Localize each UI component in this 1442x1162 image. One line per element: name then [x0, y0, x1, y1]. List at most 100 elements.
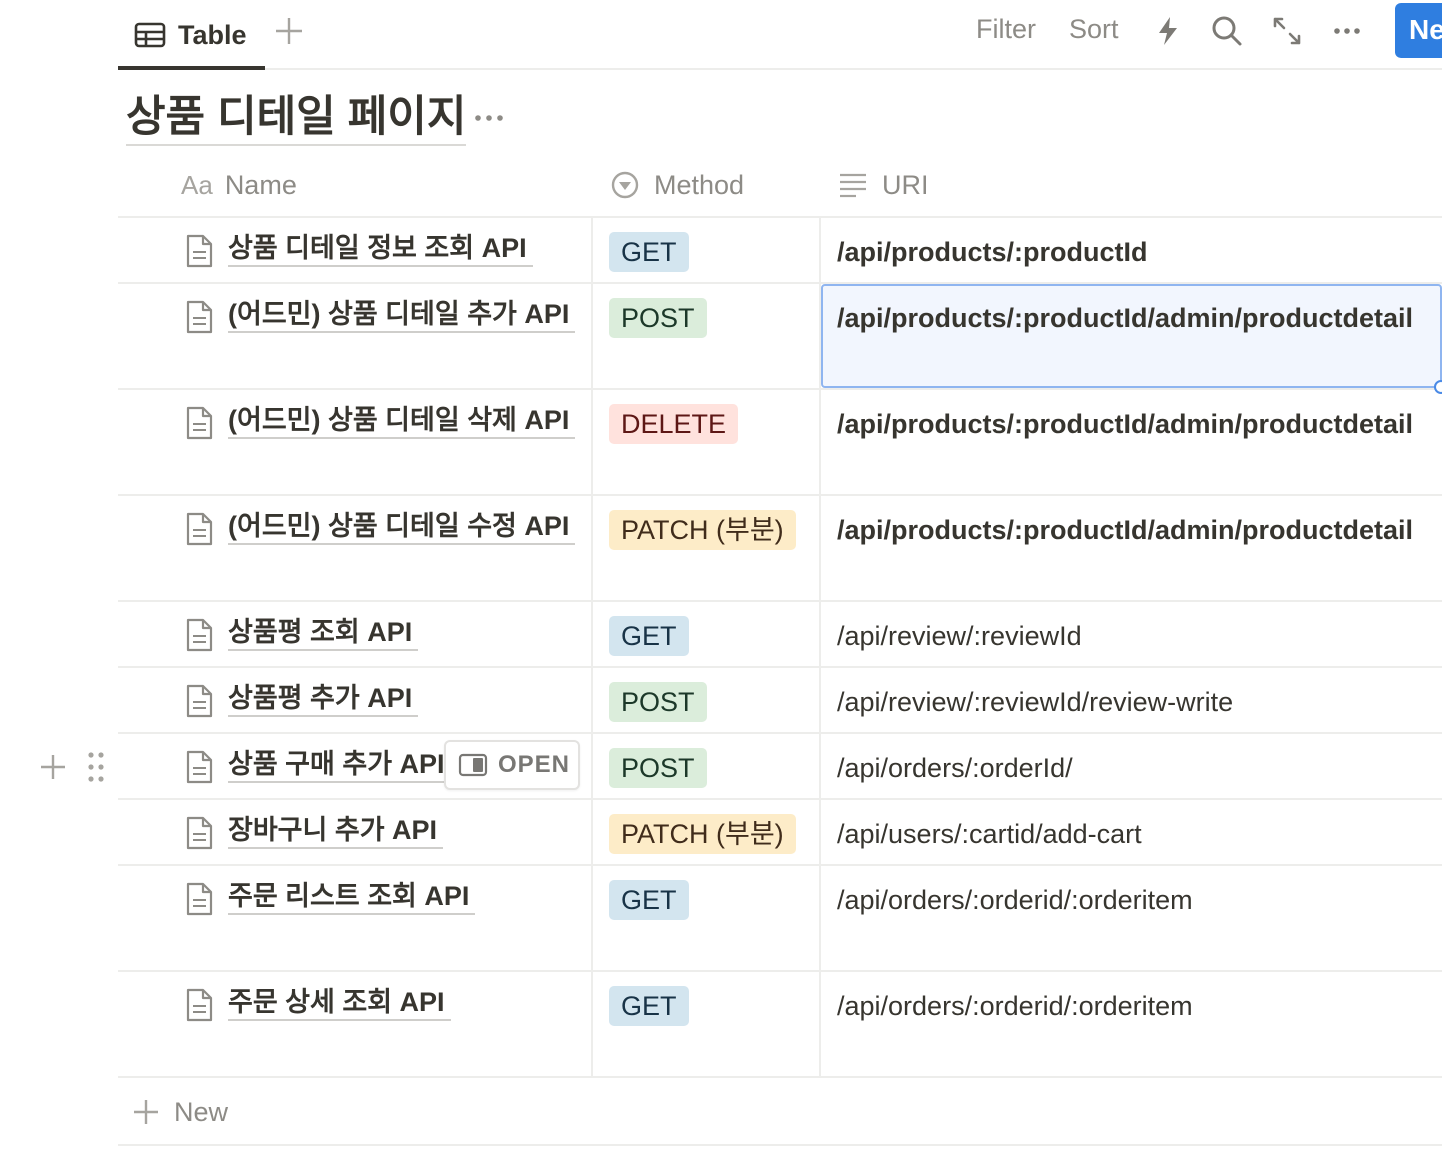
uri-text: /api/products/:productId/admin/productde…	[837, 303, 1414, 333]
uri-text: /api/orders/:orderid/:orderitem	[837, 885, 1193, 915]
table-row[interactable]: 상품 구매 추가 API OPEN POST /api/orders/:orde…	[118, 734, 1442, 800]
cell-method[interactable]: GET	[593, 602, 821, 666]
cell-name[interactable]: 주문 상세 조회 API	[118, 972, 593, 1076]
cell-uri[interactable]: /api/products/:productId	[821, 218, 1442, 282]
column-header-name-label: Name	[224, 169, 297, 200]
table-row[interactable]: 주문 리스트 조회 API GET /api/orders/:orderid/:…	[118, 866, 1442, 972]
table-icon	[134, 22, 166, 48]
table-row[interactable]: 주문 상세 조회 API GET /api/orders/:orderid/:o…	[118, 972, 1442, 1078]
cell-method[interactable]: GET	[593, 866, 821, 970]
uri-text: /api/products/:productId/admin/productde…	[837, 515, 1414, 545]
column-header-name[interactable]: Aa Name	[181, 152, 297, 218]
drag-handle-icon[interactable]	[86, 750, 106, 784]
table-row[interactable]: (어드민) 상품 디테일 추가 API POST /api/products/:…	[118, 284, 1442, 394]
method-tag: POST	[609, 298, 707, 338]
cell-method[interactable]: GET	[593, 218, 821, 282]
column-header-uri-label: URI	[882, 169, 929, 200]
table-row[interactable]: (어드민) 상품 디테일 수정 API PATCH (부분) /api/prod…	[118, 496, 1442, 602]
database-title[interactable]: 상품 디테일 페이지	[126, 92, 467, 146]
method-tag: GET	[609, 616, 689, 656]
cell-method[interactable]: PATCH (부분)	[593, 800, 821, 864]
cell-uri[interactable]: /api/orders/:orderid/:orderitem	[821, 972, 1442, 1076]
page-icon	[186, 750, 213, 784]
cell-name[interactable]: 주문 리스트 조회 API	[118, 866, 593, 970]
method-tag: PATCH (부분)	[609, 510, 796, 550]
cell-name[interactable]: (어드민) 상품 디테일 삭제 API	[118, 390, 593, 494]
cell-name[interactable]: (어드민) 상품 디테일 추가 API	[118, 284, 593, 388]
cell-name[interactable]: 상품평 조회 API	[118, 602, 593, 666]
cell-name[interactable]: 장바구니 추가 API	[118, 800, 593, 864]
uri-text: /api/orders/:orderId/	[837, 753, 1073, 783]
add-row-plus-icon[interactable]	[38, 752, 68, 782]
table-row[interactable]: 상품평 조회 API GET /api/review/:reviewId	[118, 602, 1442, 668]
cell-uri[interactable]: /api/products/:productId/admin/productde…	[821, 390, 1442, 494]
toolbar-divider	[118, 68, 1442, 70]
search-icon[interactable]	[1209, 13, 1245, 49]
page-icon	[186, 618, 213, 652]
page-icon	[186, 406, 213, 440]
expand-icon[interactable]	[1269, 13, 1305, 49]
table-row[interactable]: (어드민) 상품 디테일 삭제 API DELETE /api/products…	[118, 390, 1442, 496]
cell-uri[interactable]: /api/orders/:orderId/	[821, 734, 1442, 798]
text-lines-icon	[840, 173, 866, 198]
cell-name[interactable]: 상품 디테일 정보 조회 API	[118, 218, 593, 282]
tab-table-view[interactable]: Table	[118, 0, 265, 70]
page-icon	[186, 300, 213, 334]
row-title[interactable]: (어드민) 상품 디테일 삭제 API	[228, 403, 576, 439]
row-title[interactable]: 장바구니 추가 API	[228, 813, 444, 849]
row-title[interactable]: (어드민) 상품 디테일 추가 API	[228, 297, 576, 333]
cell-name[interactable]: 상품평 추가 API	[118, 668, 593, 732]
cell-method[interactable]: DELETE	[593, 390, 821, 494]
row-title[interactable]: 주문 상세 조회 API	[228, 985, 451, 1021]
uri-text: /api/review/:reviewId	[837, 621, 1082, 651]
add-new-row[interactable]: New	[118, 1080, 1442, 1146]
view-toolbar: Table Filter Sort New	[0, 0, 1442, 70]
page-icon	[186, 512, 213, 546]
cell-name[interactable]: (어드민) 상품 디테일 수정 API	[118, 496, 593, 600]
table-row[interactable]: 장바구니 추가 API PATCH (부분) /api/users/:carti…	[118, 800, 1442, 866]
open-page-button[interactable]: OPEN	[444, 740, 580, 790]
more-icon[interactable]	[1329, 13, 1365, 49]
cell-uri[interactable]: /api/orders/:orderid/:orderitem	[821, 866, 1442, 970]
cell-name[interactable]: 상품 구매 추가 API OPEN	[118, 734, 593, 798]
title-more-icon[interactable]	[471, 104, 507, 132]
table-header: Aa Name Method URI	[118, 152, 1442, 218]
cell-method[interactable]: PATCH (부분)	[593, 496, 821, 600]
row-title[interactable]: (어드민) 상품 디테일 수정 API	[228, 509, 576, 545]
row-title[interactable]: 상품평 조회 API	[228, 615, 419, 651]
method-tag: GET	[609, 986, 689, 1026]
page-icon	[186, 882, 213, 916]
filter-button[interactable]: Filter	[976, 14, 1036, 45]
column-header-method[interactable]: Method	[610, 152, 744, 218]
page-icon	[186, 988, 213, 1022]
text-property-icon: Aa	[181, 169, 213, 200]
method-tag: POST	[609, 682, 707, 722]
cell-method[interactable]: POST	[593, 668, 821, 732]
cell-uri[interactable]: /api/products/:productId/admin/productde…	[821, 284, 1442, 394]
row-title[interactable]: 주문 리스트 조회 API	[228, 879, 476, 915]
table-row[interactable]: 상품평 추가 API POST /api/review/:reviewId/re…	[118, 668, 1442, 734]
method-tag: GET	[609, 880, 689, 920]
cell-uri[interactable]: /api/review/:reviewId/review-write	[821, 668, 1442, 732]
method-tag: GET	[609, 232, 689, 272]
page-icon	[186, 684, 213, 718]
row-title[interactable]: 상품평 추가 API	[228, 681, 419, 717]
cell-uri[interactable]: /api/products/:productId/admin/productde…	[821, 496, 1442, 600]
row-title[interactable]: 상품 구매 추가 API	[228, 747, 451, 783]
lightning-icon[interactable]	[1150, 13, 1186, 49]
sort-button[interactable]: Sort	[1069, 14, 1119, 45]
row-title[interactable]: 상품 디테일 정보 조회 API	[228, 231, 533, 267]
cell-method[interactable]: POST	[593, 284, 821, 388]
method-tag: POST	[609, 748, 707, 788]
column-header-method-label: Method	[654, 169, 745, 200]
new-button[interactable]: New	[1395, 3, 1442, 58]
column-header-uri[interactable]: URI	[838, 152, 929, 218]
active-tab-indicator	[118, 66, 265, 70]
table-row[interactable]: 상품 디테일 정보 조회 API GET /api/products/:prod…	[118, 218, 1442, 284]
cell-method[interactable]: GET	[593, 972, 821, 1076]
cell-method[interactable]: POST	[593, 734, 821, 798]
uri-text: /api/orders/:orderid/:orderitem	[837, 991, 1193, 1021]
cell-uri[interactable]: /api/review/:reviewId	[821, 602, 1442, 666]
add-view-plus-icon[interactable]	[272, 14, 306, 48]
cell-uri[interactable]: /api/users/:cartid/add-cart	[821, 800, 1442, 864]
